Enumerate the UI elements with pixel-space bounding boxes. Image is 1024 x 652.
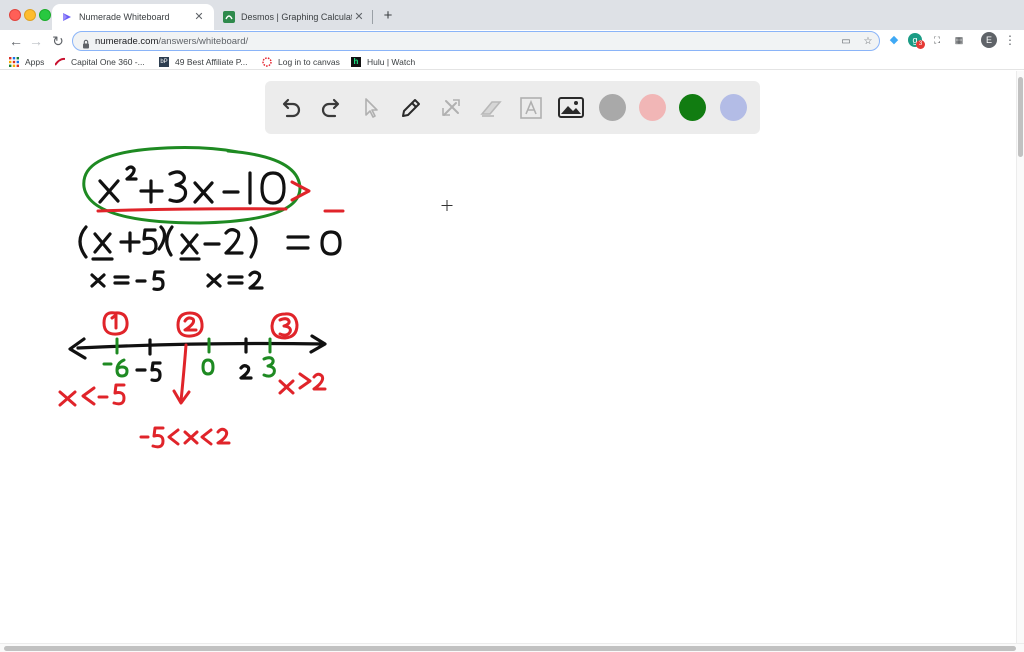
desmos-favicon-icon <box>223 11 235 23</box>
bookmark-label: Capital One 360 -... <box>71 56 145 67</box>
close-tab-icon[interactable]: ✕ <box>352 10 366 24</box>
bp-icon: bP <box>159 56 169 67</box>
bookmark-canvas[interactable]: Log in to canvas <box>262 55 340 68</box>
forward-arrow-icon[interactable]: → <box>26 31 46 51</box>
bookmark-star-icon[interactable]: ☆ <box>862 36 874 48</box>
vertical-scrollbar[interactable] <box>1016 71 1024 643</box>
bookmark-affiliate[interactable]: bP 49 Best Affiliate P... <box>159 55 247 68</box>
zoom-window-button[interactable] <box>39 9 51 21</box>
back-arrow-icon[interactable]: ← <box>6 31 26 51</box>
whiteboard-page <box>0 71 1016 643</box>
url-host: numerade.com <box>95 36 159 47</box>
profile-avatar[interactable]: E <box>981 32 997 48</box>
tab-numerade-whiteboard[interactable]: Numerade Whiteboard ✕ <box>52 4 214 30</box>
url-text: numerade.com/answers/whiteboard/ <box>95 36 248 47</box>
bookmark-capital-one[interactable]: Capital One 360 -... <box>54 55 145 68</box>
hulu-icon: h <box>351 56 361 67</box>
bookmark-hulu[interactable]: h Hulu | Watch <box>351 55 415 68</box>
tab-separator <box>372 10 373 24</box>
url-path: /answers/whiteboard/ <box>158 36 249 47</box>
tab-title: Numerade Whiteboard <box>79 12 170 22</box>
extension-diamond-icon[interactable]: ◆ <box>887 33 901 47</box>
address-bar[interactable]: numerade.com/answers/whiteboard/ ▭ ☆ <box>72 31 880 51</box>
bookmark-label: Hulu | Watch <box>367 56 416 67</box>
handwriting-equation <box>68 165 342 383</box>
horizontal-scrollbar[interactable] <box>0 643 1024 652</box>
tab-desmos[interactable]: Desmos | Graphing Calculator ✕ <box>214 4 374 30</box>
new-tab-button[interactable]: + <box>379 7 397 25</box>
close-tab-icon[interactable]: ✕ <box>192 10 206 24</box>
canvas-icon <box>262 56 272 67</box>
close-window-button[interactable] <box>9 9 21 21</box>
reload-icon[interactable]: ↻ <box>48 31 68 51</box>
tab-strip: Numerade Whiteboard ✕ Desmos | Graphing … <box>0 0 1024 30</box>
scrollbar-thumb[interactable] <box>1018 77 1023 157</box>
screenshot-extension-icon[interactable]: ⛶ <box>930 33 944 47</box>
extension-badge: 3 <box>916 40 925 49</box>
bookmark-apps[interactable]: Apps <box>9 55 44 68</box>
cast-icon[interactable]: ▭ <box>840 36 852 48</box>
lock-icon <box>81 36 91 49</box>
apps-grid-icon <box>9 56 19 67</box>
scrollbar-thumb[interactable] <box>4 646 1016 651</box>
grid-extension-icon[interactable]: ▦ <box>952 33 966 47</box>
capital-one-icon <box>54 57 66 67</box>
numerade-favicon-icon <box>61 11 73 23</box>
tab-title: Desmos | Graphing Calculator <box>241 12 352 22</box>
whiteboard-canvas[interactable] <box>0 71 1016 643</box>
browser-toolbar: ← → ↻ numerade.com/answers/whiteboard/ ▭… <box>0 30 1024 52</box>
minimize-window-button[interactable] <box>24 9 36 21</box>
bookmark-label: 49 Best Affiliate P... <box>175 56 248 67</box>
bookmark-label: Log in to canvas <box>278 56 340 67</box>
bookmarks-bar: Apps Capital One 360 -... bP 49 Best Aff… <box>0 52 1024 70</box>
crosshair-cursor-icon <box>441 200 453 211</box>
bookmark-label: Apps <box>25 56 45 67</box>
chrome-menu-icon[interactable]: ⋮ <box>1004 32 1016 48</box>
